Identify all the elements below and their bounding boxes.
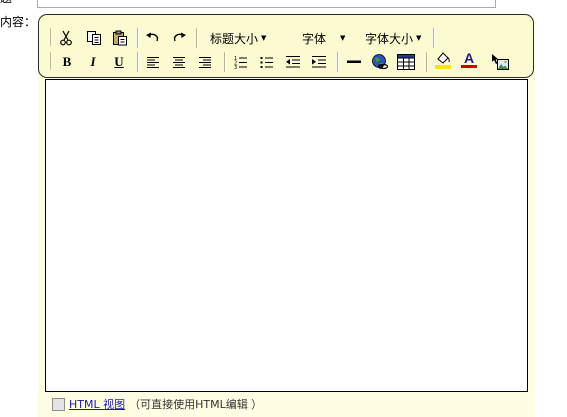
bold-icon: B bbox=[62, 54, 72, 69]
svg-text:A: A bbox=[464, 50, 474, 66]
redo-icon bbox=[173, 32, 186, 42]
indent-icon bbox=[312, 56, 326, 68]
copy-button[interactable] bbox=[84, 28, 104, 48]
align-center-icon bbox=[173, 57, 185, 68]
insert-link-button[interactable] bbox=[370, 52, 390, 72]
font-label: 字体 bbox=[302, 31, 327, 46]
text-color-button[interactable]: A bbox=[459, 50, 479, 70]
toolbar-separator bbox=[196, 28, 198, 48]
image-icon bbox=[492, 54, 509, 70]
unordered-list-button[interactable] bbox=[257, 52, 277, 72]
insert-table-button[interactable] bbox=[396, 52, 416, 72]
title-input[interactable] bbox=[37, 0, 496, 8]
ordered-list-button[interactable]: 1 2 3 bbox=[231, 52, 251, 72]
underline-icon: U bbox=[114, 54, 124, 69]
toolbar-handle bbox=[50, 28, 52, 46]
dropdown-arrow-icon: ▼ bbox=[416, 34, 422, 42]
heading-size-label: 标题大小 bbox=[210, 31, 259, 46]
italic-icon: I bbox=[90, 54, 96, 69]
align-left-button[interactable] bbox=[143, 52, 163, 72]
html-view-checkbox[interactable] bbox=[52, 397, 65, 411]
highlight-color-button[interactable] bbox=[433, 50, 453, 70]
outdent-button[interactable] bbox=[283, 52, 303, 72]
indent-button[interactable] bbox=[309, 52, 329, 72]
underline-button[interactable]: U bbox=[109, 52, 129, 72]
paste-icon bbox=[113, 30, 127, 46]
font-dropdown[interactable]: 字体 ▼ bbox=[302, 28, 345, 48]
html-view-row: HTML 视图 （可直接使用HTML编辑 ） bbox=[52, 396, 262, 412]
toolbar-separator bbox=[433, 28, 435, 48]
redo-button[interactable] bbox=[169, 28, 189, 48]
globe-link-icon bbox=[372, 54, 389, 70]
undo-button[interactable] bbox=[143, 28, 163, 48]
horizontal-rule-icon bbox=[347, 60, 361, 63]
paint-bucket-icon bbox=[435, 52, 451, 69]
font-size-label: 字体大小 bbox=[365, 31, 414, 46]
insert-image-button[interactable] bbox=[490, 52, 510, 72]
dropdown-arrow-icon: ▼ bbox=[340, 34, 346, 42]
ordered-list-icon: 1 2 3 bbox=[234, 56, 247, 69]
heading-size-dropdown[interactable]: 标题大小 ▼ bbox=[210, 28, 266, 48]
toolbar-separator bbox=[137, 52, 139, 72]
paste-button[interactable] bbox=[110, 28, 130, 48]
horizontal-rule-button[interactable] bbox=[344, 52, 364, 72]
align-right-button[interactable] bbox=[195, 52, 215, 72]
html-view-link[interactable]: HTML 视图 bbox=[69, 396, 125, 412]
bold-button[interactable]: B bbox=[57, 52, 77, 72]
html-edit-hint: （可直接使用HTML编辑 ） bbox=[129, 398, 263, 411]
copy-icon bbox=[87, 31, 101, 45]
toolbar-separator bbox=[426, 52, 428, 72]
cut-button[interactable] bbox=[56, 28, 76, 48]
scissors-icon bbox=[60, 30, 72, 46]
outdent-icon bbox=[286, 56, 300, 68]
title-label-fragment: 题 bbox=[0, 0, 12, 4]
toolbar-separator bbox=[137, 28, 139, 48]
unordered-list-icon bbox=[260, 57, 273, 68]
toolbar-separator bbox=[337, 52, 339, 72]
align-center-button[interactable] bbox=[169, 52, 189, 72]
text-color-icon: A bbox=[461, 50, 477, 68]
toolbar-separator bbox=[224, 52, 226, 72]
align-right-icon bbox=[199, 57, 211, 68]
editor-content-area[interactable] bbox=[45, 79, 528, 392]
undo-icon bbox=[146, 32, 159, 42]
font-size-dropdown[interactable]: 字体大小 ▼ bbox=[365, 28, 421, 48]
dropdown-arrow-icon: ▼ bbox=[261, 34, 267, 42]
content-label: 内容： bbox=[0, 15, 37, 29]
italic-button[interactable]: I bbox=[83, 52, 103, 72]
toolbar-handle bbox=[50, 52, 52, 70]
align-left-icon bbox=[147, 57, 159, 68]
svg-text:3: 3 bbox=[234, 65, 237, 69]
table-icon bbox=[397, 54, 415, 70]
